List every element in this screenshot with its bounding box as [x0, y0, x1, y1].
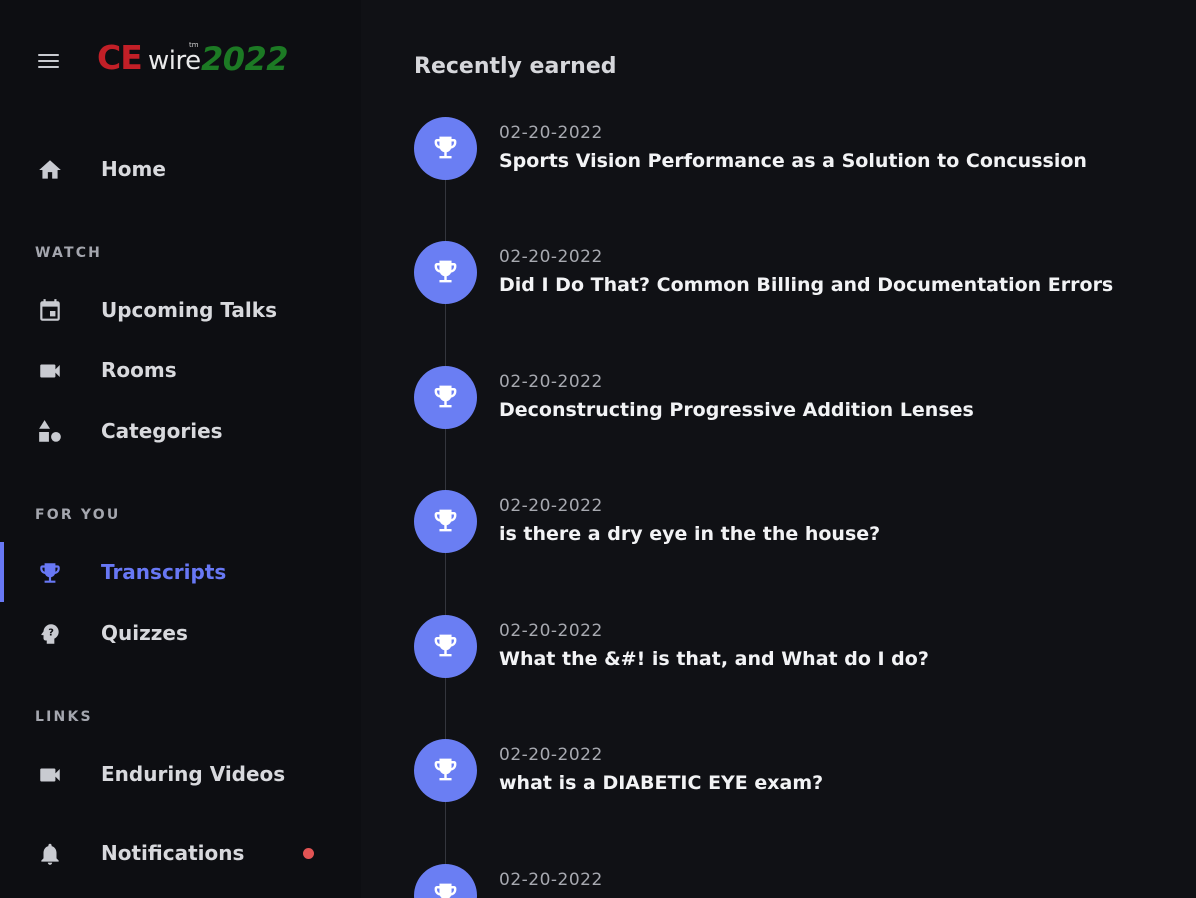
sidebar-item-notifications[interactable]: Notifications [0, 831, 361, 875]
home-icon [39, 160, 61, 179]
sidebar-item-categories[interactable]: Categories [0, 409, 361, 453]
trophy-badge [414, 241, 477, 304]
timeline-entry[interactable]: 02-20-2022 Sports Vision Performance as … [414, 117, 1174, 181]
trophy-badge [414, 366, 477, 429]
entry-date: 02-20-2022 [499, 372, 603, 392]
active-indicator [0, 542, 4, 602]
section-label-for-you: FOR YOU [35, 507, 121, 523]
trophy-icon [434, 509, 457, 532]
notification-dot [303, 848, 314, 859]
video-camera-icon [40, 364, 60, 378]
bell-icon [41, 843, 59, 865]
svg-text:?: ? [48, 628, 54, 639]
logo-tm: tm [189, 41, 199, 49]
entry-title: Did I Do That? Common Billing and Docume… [499, 274, 1114, 296]
sidebar-item-transcripts[interactable]: Transcripts [0, 542, 361, 602]
trophy-icon [434, 385, 457, 408]
sidebar-item-home[interactable]: Home [0, 147, 361, 191]
entry-title: Deconstructing Progressive Addition Lens… [499, 399, 974, 421]
trophy-badge [414, 117, 477, 180]
entry-title: what is a DIABETIC EYE exam? [499, 772, 824, 794]
sidebar-item-label: Home [101, 157, 166, 181]
entry-title: is there a dry eye in the the house? [499, 523, 881, 545]
app-root: CE wire tm 2022 Home WATCH Upcoming Talk… [0, 0, 1196, 898]
trophy-icon [434, 260, 457, 283]
section-label-watch: WATCH [35, 245, 103, 261]
trophy-badge [414, 739, 477, 802]
sidebar-item-upcoming-talks[interactable]: Upcoming Talks [0, 288, 361, 332]
trophy-icon [434, 634, 457, 657]
timeline-entry[interactable]: 02-20-2022 Deconstructing Progressive Ad… [414, 366, 1174, 430]
timeline-entry[interactable]: 02-20-2022 [414, 864, 1174, 898]
logo-year: 2022 [201, 40, 289, 78]
entry-date: 02-20-2022 [499, 621, 603, 641]
calendar-icon [40, 299, 60, 321]
question-head-icon: ? [41, 624, 59, 644]
timeline-entry[interactable]: 02-20-2022 Did I Do That? Common Billing… [414, 241, 1174, 305]
logo-wire: wire [148, 46, 201, 76]
section-label-links: LINKS [35, 709, 93, 725]
entry-title: Sports Vision Performance as a Solution … [499, 150, 1087, 172]
trophy-icon [434, 136, 457, 159]
main-content: Recently earned 02-20-2022 Sports Vision… [361, 0, 1196, 898]
sidebar-item-label: Categories [101, 419, 223, 443]
video-camera-icon [40, 768, 60, 782]
trophy-badge [414, 490, 477, 553]
sidebar-item-label: Rooms [101, 358, 177, 382]
trophy-icon [434, 883, 457, 898]
sidebar-item-label: Enduring Videos [101, 762, 286, 786]
timeline-entry[interactable]: 02-20-2022 is there a dry eye in the the… [414, 490, 1174, 554]
menu-icon[interactable] [38, 52, 59, 70]
entry-date: 02-20-2022 [499, 745, 603, 765]
sidebar-item-label: Upcoming Talks [101, 298, 277, 322]
trophy-icon [40, 563, 60, 583]
logo[interactable]: CE wire tm 2022 [97, 36, 297, 80]
entry-date: 02-20-2022 [499, 247, 603, 267]
sidebar-item-label: Transcripts [101, 560, 227, 584]
entry-date: 02-20-2022 [499, 123, 603, 143]
sidebar-item-label: Quizzes [101, 621, 188, 645]
sidebar-item-label: Notifications [101, 841, 245, 865]
shapes-icon [39, 420, 61, 442]
entry-date: 02-20-2022 [499, 496, 603, 516]
timeline-entry[interactable]: 02-20-2022 What the &#! is that, and Wha… [414, 615, 1174, 679]
trophy-badge [414, 615, 477, 678]
trophy-icon [434, 758, 457, 781]
entry-title: What the &#! is that, and What do I do? [499, 648, 929, 670]
trophy-badge [414, 864, 477, 898]
sidebar-item-enduring-videos[interactable]: Enduring Videos [0, 752, 361, 796]
page-title: Recently earned [414, 54, 617, 79]
sidebar-item-rooms[interactable]: Rooms [0, 348, 361, 392]
sidebar: CE wire tm 2022 Home WATCH Upcoming Talk… [0, 0, 361, 898]
logo-ce: CE [97, 38, 143, 77]
sidebar-item-quizzes[interactable]: ? Quizzes [0, 611, 361, 655]
entry-date: 02-20-2022 [499, 870, 603, 890]
timeline-entry[interactable]: 02-20-2022 what is a DIABETIC EYE exam? [414, 739, 1174, 803]
